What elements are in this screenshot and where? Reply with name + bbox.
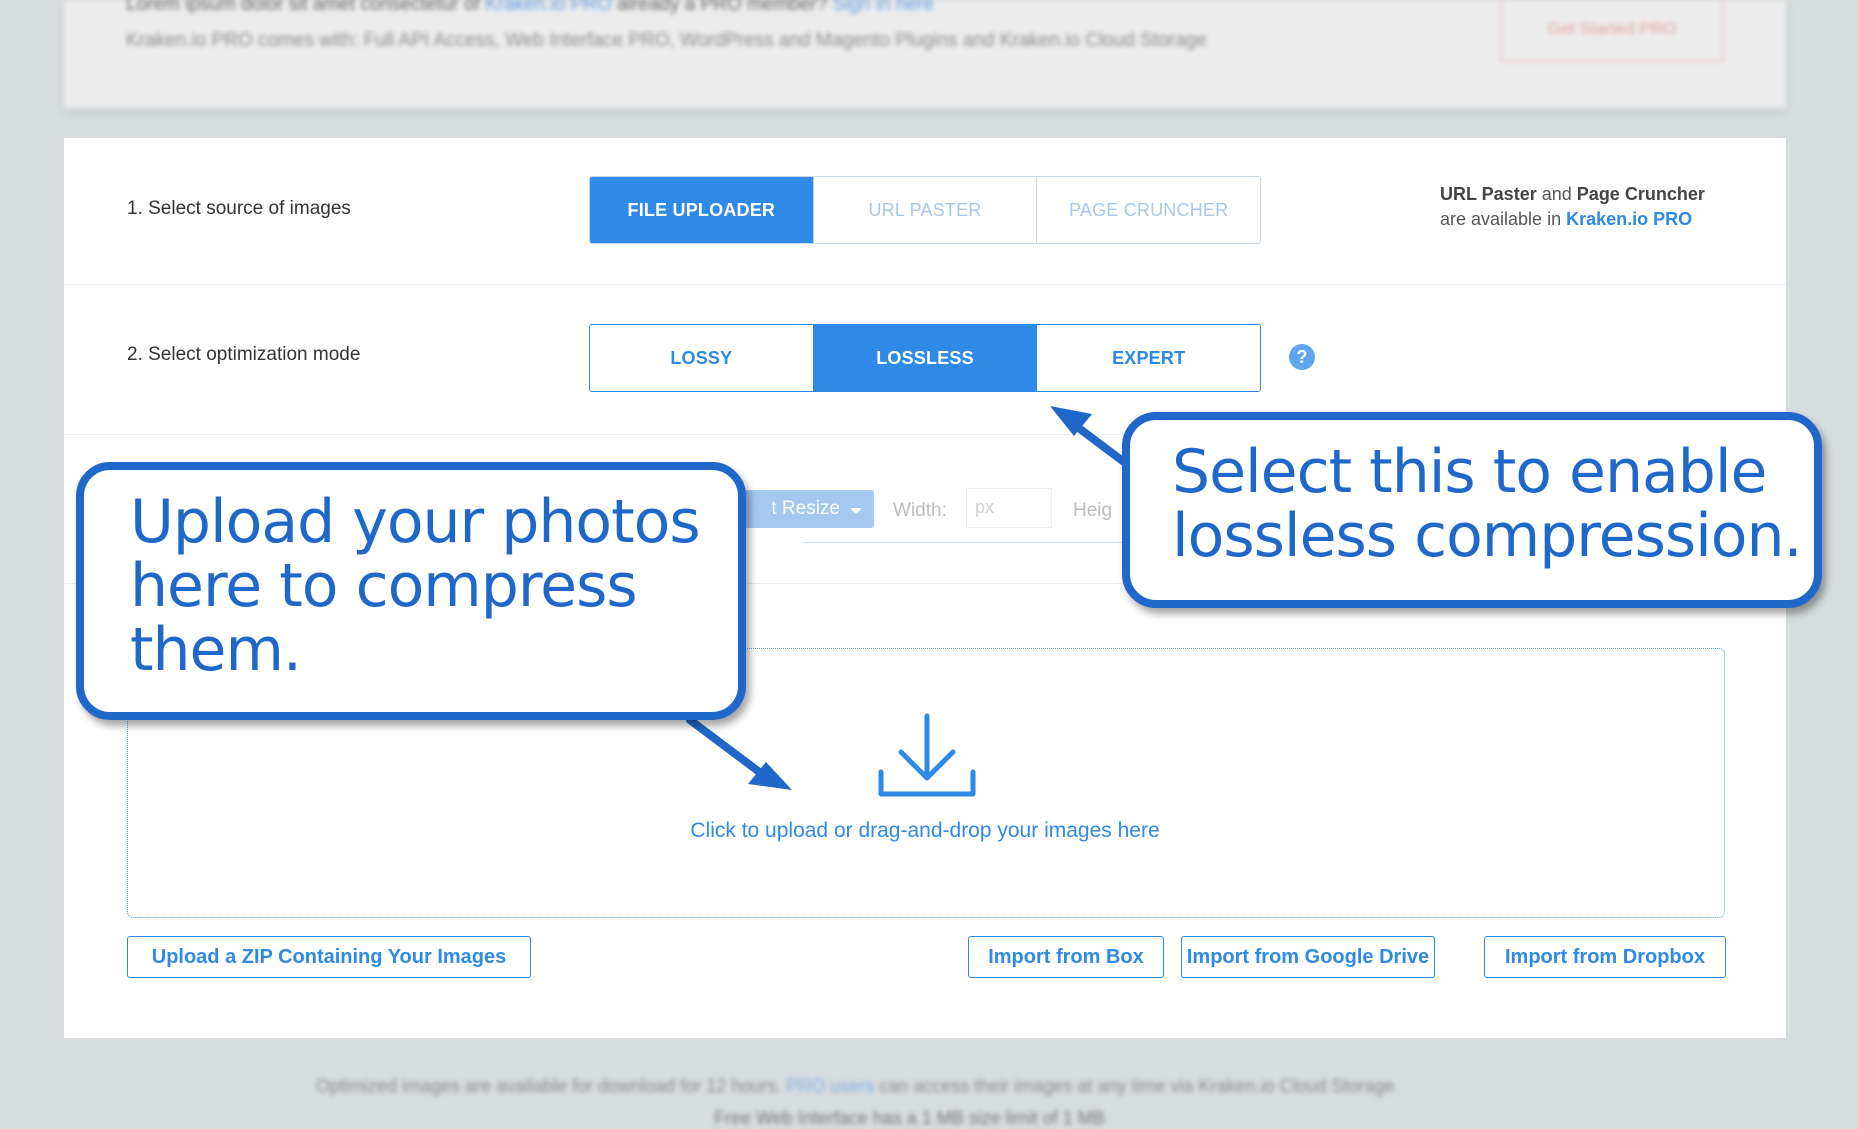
pro-note-prefix: are available in bbox=[1440, 209, 1562, 229]
footer-pro-link[interactable]: PRO users bbox=[786, 1076, 874, 1096]
upload-callout: Upload your photos here to compress them… bbox=[76, 462, 746, 720]
import-box-button[interactable]: Import from Box bbox=[968, 936, 1164, 978]
source-label: 1. Select source of images bbox=[127, 198, 351, 219]
expert-tab[interactable]: EXPERT bbox=[1036, 325, 1260, 391]
width-input[interactable]: px bbox=[966, 488, 1052, 528]
mode-selector: LOSSY LOSSLESS EXPERT bbox=[589, 324, 1261, 392]
lossless-tab[interactable]: LOSSLESS bbox=[812, 325, 1037, 391]
footer-line1: Optimized images are available for downl… bbox=[316, 1076, 1395, 1097]
kraken-pro-link[interactable]: Kraken.io PRO bbox=[1566, 209, 1692, 229]
upload-callout-line3: them. bbox=[130, 615, 302, 685]
banner-pro-link[interactable]: Kraken.io PRO bbox=[485, 0, 612, 15]
upload-zip-button[interactable]: Upload a ZIP Containing Your Images bbox=[127, 936, 531, 978]
upload-callout-line1: Upload your photos bbox=[130, 487, 701, 557]
mode-label: 2. Select optimization mode bbox=[127, 344, 361, 365]
source-selector: FILE UPLOADER URL PASTER PAGE CRUNCHER bbox=[589, 176, 1261, 244]
banner-features-text: Kraken.io PRO comes with: Full API Acces… bbox=[126, 30, 1207, 51]
banner-signin-link[interactable]: Sign in here bbox=[833, 0, 934, 15]
banner-text: Lorem ipsum dolor sit amet consectetur o… bbox=[126, 0, 934, 16]
footer-text-start: Optimized images are available for downl… bbox=[316, 1076, 782, 1096]
url-paster-tab[interactable]: URL PASTER bbox=[812, 177, 1037, 243]
banner-text-end: already a PRO member? bbox=[617, 0, 828, 15]
footer-text-end: can access their images at any time via … bbox=[879, 1076, 1395, 1096]
caret-down-icon bbox=[850, 508, 862, 514]
page-cruncher-tab[interactable]: PAGE CRUNCHER bbox=[1036, 177, 1260, 243]
banner-text-start: Lorem ipsum dolor sit amet consectetur o… bbox=[126, 0, 480, 15]
dropzone-text[interactable]: Click to upload or drag-and-drop your im… bbox=[64, 819, 1786, 843]
file-uploader-tab[interactable]: FILE UPLOADER bbox=[590, 177, 813, 243]
resize-dropdown[interactable]: t Resize bbox=[744, 490, 874, 528]
lossless-callout: Select this to enable lossless compressi… bbox=[1122, 412, 1822, 608]
resize-dropdown-label: t Resize bbox=[771, 498, 840, 519]
source-row: 1. Select source of images FILE UPLOADER… bbox=[64, 138, 1786, 285]
pro-note-feature2: Page Cruncher bbox=[1576, 184, 1705, 204]
pro-note: URL Paster and Page Cruncher are availab… bbox=[1440, 182, 1705, 232]
lossless-callout-line2: lossless compression. bbox=[1172, 501, 1803, 571]
pro-note-feature1: URL Paster bbox=[1440, 184, 1537, 204]
download-icon bbox=[878, 713, 976, 797]
get-pro-button[interactable]: Get Started PRO bbox=[1500, 0, 1724, 62]
pro-note-and: and bbox=[1541, 184, 1572, 204]
height-label: Heig bbox=[1073, 500, 1113, 521]
import-gdrive-button[interactable]: Import from Google Drive bbox=[1181, 936, 1435, 978]
import-dropbox-button[interactable]: Import from Dropbox bbox=[1484, 936, 1726, 978]
width-label: Width: bbox=[893, 500, 947, 521]
lossless-callout-line1: Select this to enable bbox=[1172, 437, 1767, 507]
top-banner: Lorem ipsum dolor sit amet consectetur o… bbox=[64, 0, 1786, 108]
lossy-tab[interactable]: LOSSY bbox=[590, 325, 813, 391]
upload-callout-line2: here to compress bbox=[130, 551, 638, 621]
question-icon[interactable]: ? bbox=[1289, 344, 1315, 370]
